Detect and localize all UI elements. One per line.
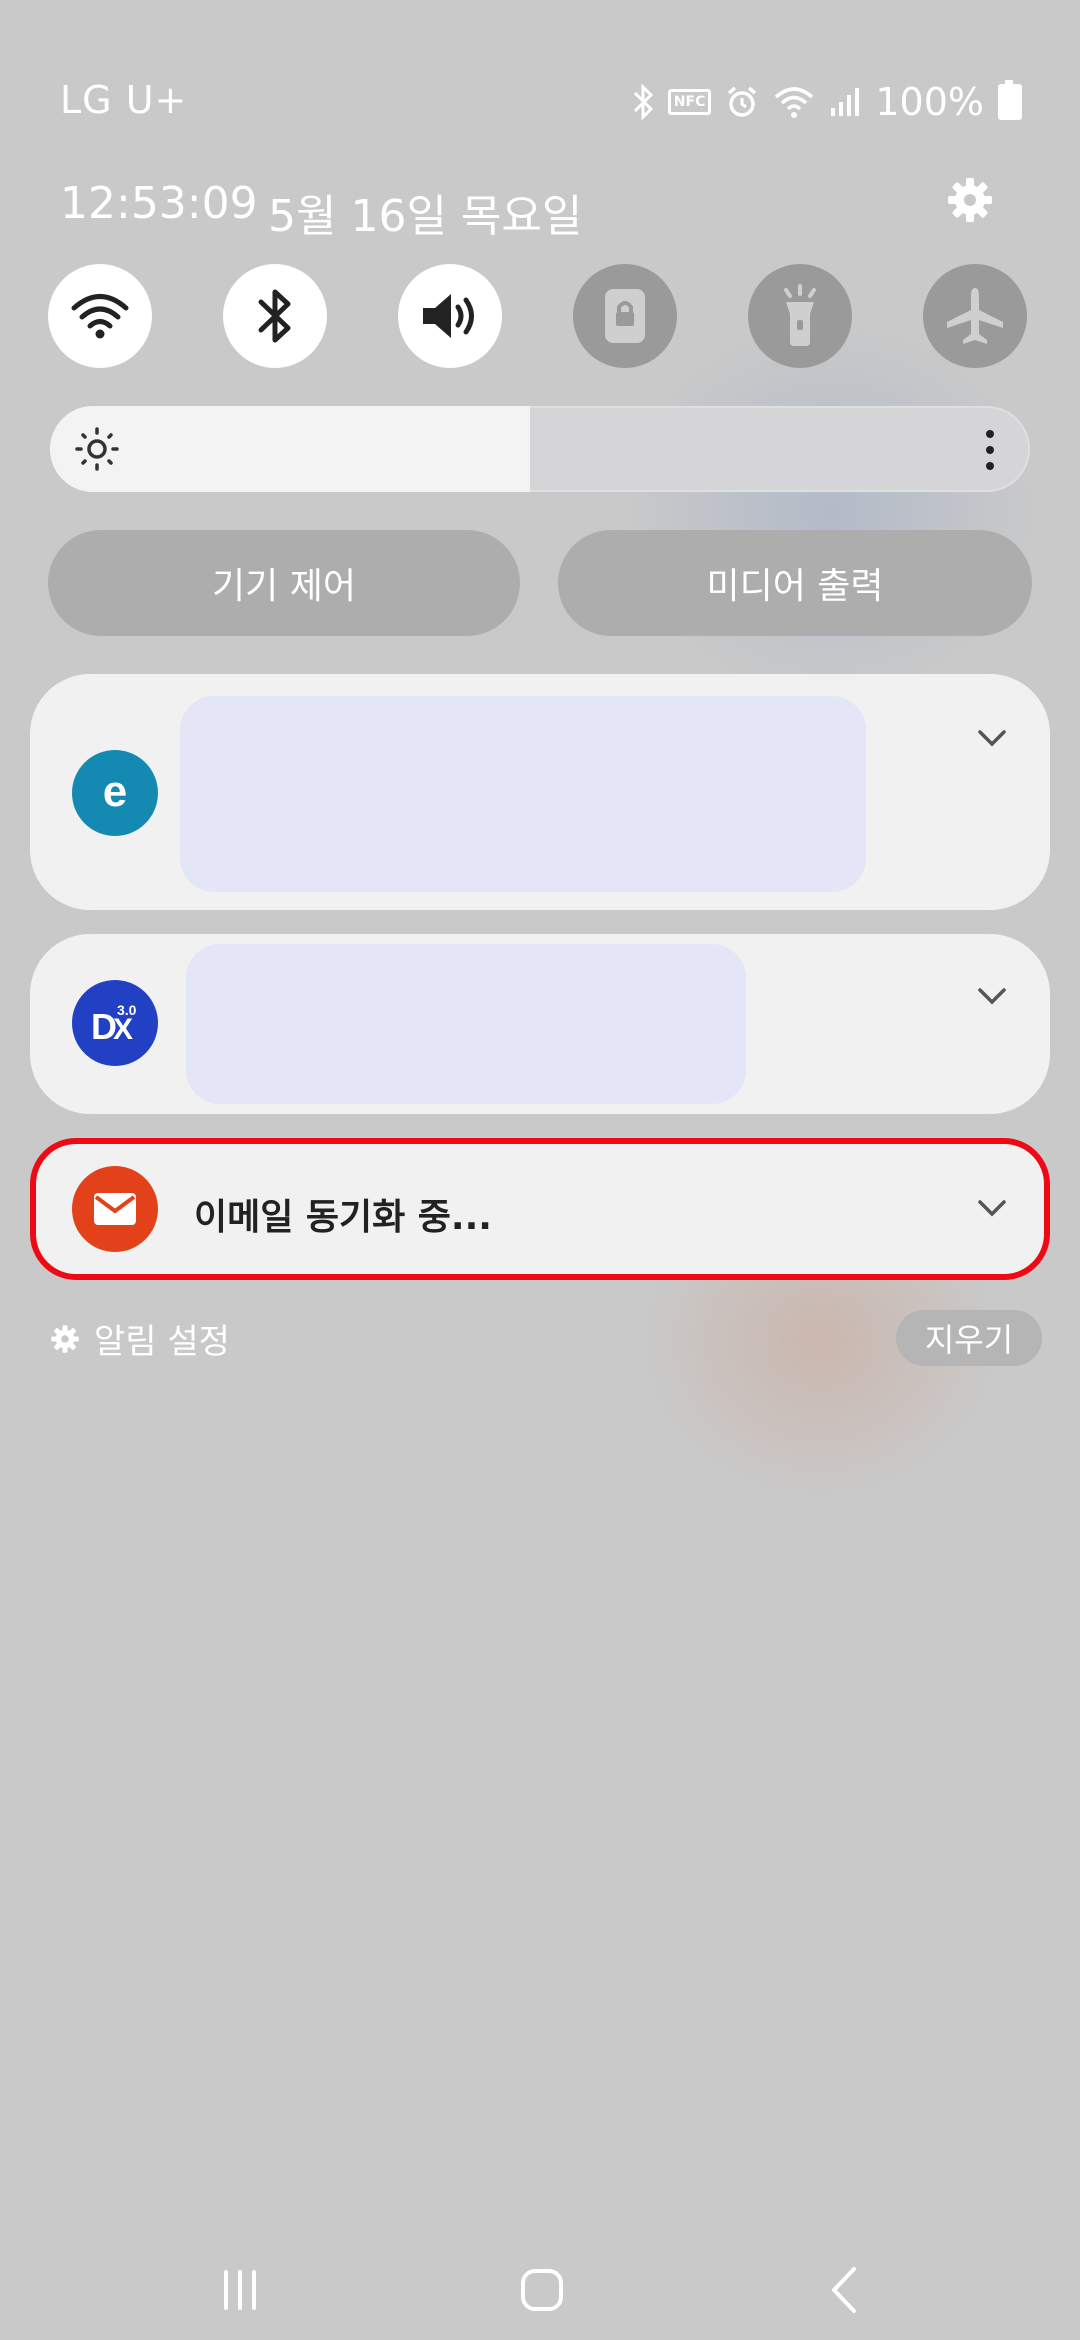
recent-apps-button[interactable] <box>200 2258 280 2322</box>
notification-content <box>186 944 746 1104</box>
airplane-toggle[interactable] <box>923 264 1027 368</box>
back-button[interactable] <box>804 2258 884 2322</box>
wifi-icon <box>773 85 815 119</box>
device-control-button[interactable]: 기기 제어 <box>48 530 520 636</box>
brightness-slider[interactable] <box>50 406 1030 492</box>
home-icon <box>521 2269 563 2311</box>
chevron-down-icon[interactable] <box>974 984 1010 1008</box>
recent-apps-icon <box>224 2270 256 2310</box>
nfc-icon: NFC <box>667 89 712 115</box>
wifi-toggle[interactable] <box>48 264 152 368</box>
battery-percentage: 100% <box>875 80 984 124</box>
lock-toggle[interactable] <box>573 264 677 368</box>
flashlight-toggle[interactable] <box>748 264 852 368</box>
notification-settings-link[interactable]: 알림 설정 <box>50 1314 230 1363</box>
notification-card[interactable]: e <box>30 674 1050 910</box>
app-e-icon: e <box>72 750 158 836</box>
sound-toggle[interactable] <box>398 264 502 368</box>
airplane-icon <box>947 288 1003 344</box>
clear-all-button[interactable]: 지우기 <box>896 1310 1042 1366</box>
notification-content <box>180 696 866 892</box>
bluetooth-toggle[interactable] <box>223 264 327 368</box>
home-button[interactable] <box>502 2258 582 2322</box>
chevron-down-icon[interactable] <box>974 726 1010 750</box>
lock-icon <box>605 289 645 343</box>
navigation-bar <box>0 2240 1080 2340</box>
notification-card[interactable]: D X 3.0 <box>30 934 1050 1114</box>
media-output-button[interactable]: 미디어 출력 <box>558 530 1032 636</box>
more-options-icon[interactable] <box>984 426 996 472</box>
settings-gear-icon[interactable] <box>946 176 994 224</box>
notification-settings-label: 알림 설정 <box>94 1322 230 1362</box>
svg-text:e: e <box>103 768 127 816</box>
brightness-fill <box>50 406 531 492</box>
flashlight-icon <box>784 284 816 346</box>
signal-icon <box>829 86 861 118</box>
bluetooth-icon <box>258 289 291 343</box>
back-icon <box>832 2267 856 2313</box>
date: 5월 16일 목요일 <box>268 191 583 242</box>
highlight-box <box>30 1138 1050 1280</box>
wifi-icon <box>71 294 129 339</box>
status-bar: LG U+ NFC 100% 12:53:09 5월 16일 목요일 <box>0 0 1080 242</box>
alarm-icon <box>725 85 759 119</box>
svg-text:3.0: 3.0 <box>117 1002 137 1018</box>
brightness-icon <box>75 427 119 471</box>
app-dx-icon: D X 3.0 <box>72 980 158 1066</box>
bluetooth-icon <box>632 84 654 120</box>
speaker-icon <box>423 294 474 338</box>
carrier-name: LG U+ <box>60 78 188 122</box>
gear-icon <box>51 1324 79 1353</box>
background-glow <box>620 320 1040 700</box>
clock: 12:53:09 <box>60 178 258 229</box>
battery-icon <box>998 80 1022 120</box>
status-icons: NFC 100% <box>632 80 1022 124</box>
